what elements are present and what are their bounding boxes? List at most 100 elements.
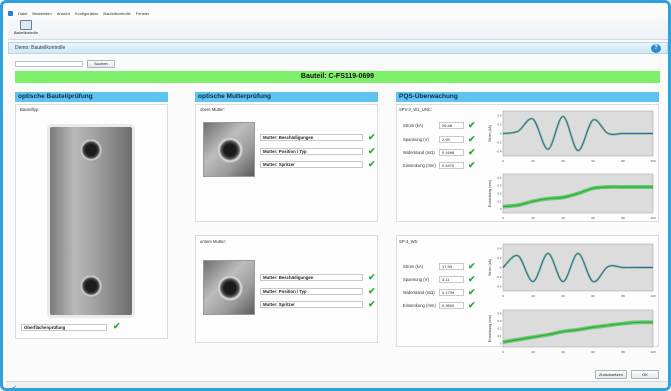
x-tick-label: 80 [621,159,625,163]
y-tick-label: 0.1 [497,199,502,203]
y-tick-label: 0.4 [497,176,502,180]
x-tick-label: 20 [531,294,535,298]
y-tick-label: 0.4 [497,247,502,251]
weld-1-depth-chart: Einsenkung (mm) 0.4 0.3 0.2 0.1 0 0 20 40 60 80 100 [487,171,657,221]
part-hole-bottom [80,275,102,297]
menu-datei[interactable]: Datei [18,11,27,16]
x-tick-label: 0 [502,159,504,163]
part-hole-top [80,139,102,161]
menu-ansicht[interactable]: Ansicht [57,11,70,16]
lower-check-spatter: Mutter: Spritzer [260,301,363,308]
lower-spatter-check-icon: ✔ [368,299,376,309]
upper-damage-check-icon: ✔ [368,132,376,142]
upper-spatter-check-icon: ✔ [368,159,376,169]
weld-1-name: SPV-3_W1_UNC: [399,107,433,112]
x-tick-label: 20 [531,216,535,220]
x-tick-label: 0 [502,350,504,354]
bauteilkontrolle-toolbar-button[interactable]: Bauteilkontrolle [13,20,39,38]
y-tick-label: 0.2 [497,327,502,331]
menu-bauteilkontrolle[interactable]: Bauteilkontrolle [103,11,130,16]
weld-2-voltage-check-icon: ✔ [468,274,476,284]
x-tick-label: 0 [502,216,504,220]
weld-2-resistance-label: Widerstand (mΩ) [403,290,435,295]
weld-2-depth-label: Einsenkung (mm) [403,303,436,308]
reset-button[interactable]: Zurücksetzen [595,370,627,379]
toolbar: Bauteilkontrolle [8,18,668,40]
weld-1-current-chart: Strom (kA) 0.4 0.2 0 -0.2 -0.4 0 20 40 60 80 100 [487,108,657,164]
weld-2-voltage-label: Spannung (V) [403,277,429,282]
nut-hole [217,275,243,301]
x-tick-label: 100 [650,350,655,354]
x-tick-label: 80 [621,350,625,354]
lower-position-check-icon: ✔ [368,286,376,296]
menu-konfiguration[interactable]: Konfiguration [75,11,99,16]
x-tick-label: 20 [531,350,535,354]
y-tick-label: -0.4 [496,150,502,154]
y-tick-label: 0.2 [497,123,502,127]
help-icon[interactable]: ? [651,44,661,53]
x-tick-label: 60 [591,216,595,220]
y-tick-label: 0.2 [497,256,502,260]
y-tick-label: 0.3 [497,319,502,323]
x-tick-label: 60 [591,159,595,163]
ok-button[interactable]: OK [631,370,659,379]
upper-check-position: Mutter: Position / Typ [260,148,363,155]
y-tick-label: -0.4 [496,284,502,288]
x-tick-label: 0 [502,294,504,298]
weld-2-current-chart: Strom (kA) 0.4 0.2 0 -0.2 -0.4 0 20 40 60 80 100 [487,241,657,299]
search-input[interactable] [15,61,83,67]
y-tick-label: 0 [500,266,502,270]
weld-2-current-value: 17.93 [439,263,464,270]
upper-position-check-icon: ✔ [368,146,376,156]
y-tick-label: 0 [500,132,502,136]
x-tick-label: 40 [561,216,565,220]
menu-bar: Datei Bearbeiten Ansicht Konfiguration B… [8,9,149,18]
upper-nut-image [203,122,255,177]
weld-1-depth-chart-svg: Einsenkung (mm) 0.4 0.3 0.2 0.1 0 0 20 40 60 80 100 [488,173,656,220]
y-tick-label: 0.4 [497,114,502,118]
weld-1-depth-value: 0.4470 [439,162,464,169]
y-axis-label: Strom (kA) [488,125,492,142]
search-button[interactable]: Suchen [87,60,115,68]
surface-check-field: Oberflächenprüfung [21,324,107,331]
toolbar-button-label: Bauteilkontrolle [14,31,38,35]
lower-damage-check-icon: ✔ [368,272,376,282]
lower-check-position: Mutter: Position / Typ [260,288,363,295]
weld-1-voltage-label: Spannung (V) [403,137,429,142]
x-tick-label: 80 [621,294,625,298]
monitor-icon [20,20,32,30]
lower-nut-label: untere Mutter: [200,239,227,244]
weld-2-current-chart-svg: Strom (kA) 0.4 0.2 0 -0.2 -0.4 0 20 40 60 80 100 [488,243,656,298]
y-tick-label: 0 [500,207,502,211]
y-tick-label: -0.2 [496,275,502,279]
weld-2-depth-chart-svg: Einsenkung (mm) 0.4 0.3 0.2 0.1 0 0 20 40 60 80 100 [488,309,656,354]
app-icon [8,11,13,16]
section-header-bauteilpruefung: optische Bauteilprüfung [15,92,168,102]
application-window: Datei Bearbeiten Ansicht Konfiguration B… [0,0,671,391]
upper-nut-label: obere Mutter: [200,107,225,112]
weld-1-current-value: 26.48 [439,122,464,129]
weld-2-resistance-check-icon: ✔ [468,287,476,297]
y-tick-label: 0 [500,341,502,345]
menu-fenster[interactable]: Fenster [136,11,150,16]
menu-bearbeiten[interactable]: Bearbeiten [32,11,51,16]
part-image [50,127,132,315]
x-tick-label: 40 [561,294,565,298]
status-bar: ↙ [6,381,668,388]
x-tick-label: 40 [561,159,565,163]
y-axis-label: Strom (kA) [488,259,492,276]
search-row: Suchen [15,60,115,68]
weld-1-resistance-label: Widerstand (mΩ) [403,150,435,155]
weld-2-depth-chart: Einsenkung (mm) 0.4 0.3 0.2 0.1 0 0 20 40 60 80 100 [487,307,657,355]
weld-2-depth-check-icon: ✔ [468,300,476,310]
y-tick-label: 0.2 [497,192,502,196]
weld-2-name: SP-3_W5: [399,239,419,244]
section-header-pqs: PQS-Überwachung [396,92,659,102]
weld-1-voltage-check-icon: ✔ [468,134,476,144]
x-tick-label: 40 [561,350,565,354]
nut-hole [217,137,243,163]
y-tick-label: 0.1 [497,334,502,338]
x-tick-label: 20 [531,159,535,163]
section-header-mutterpruefung: optische Mutterprüfung [195,92,378,102]
y-tick-label: 0.4 [497,312,502,316]
